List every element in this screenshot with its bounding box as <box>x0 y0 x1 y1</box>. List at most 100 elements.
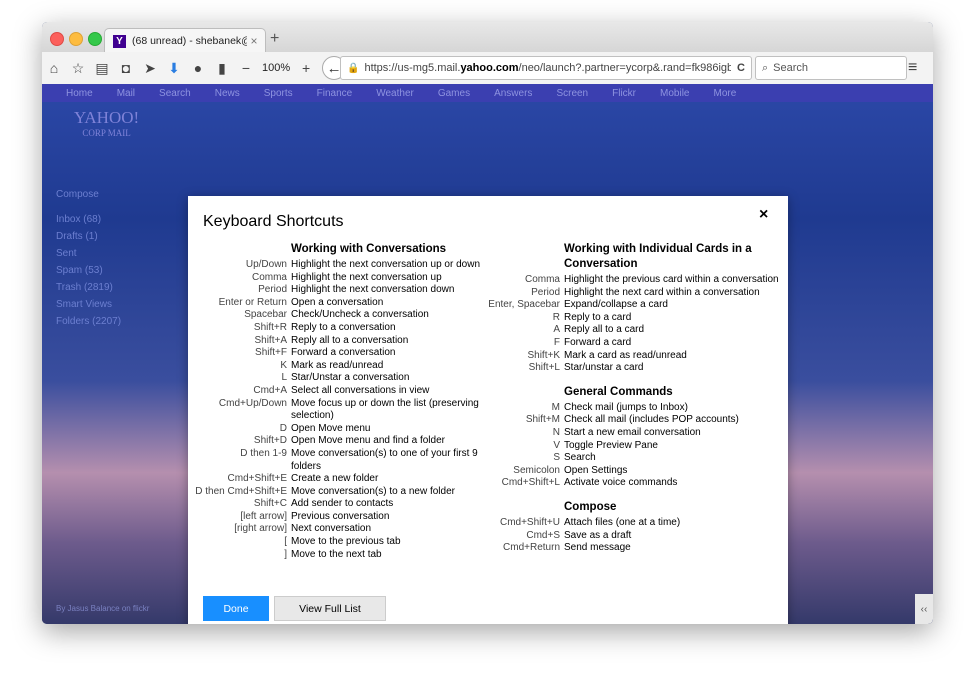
new-tab-button[interactable]: + <box>270 30 279 48</box>
shortcut-row: D then Cmd+Shift+E Move conversation(s) t… <box>188 486 488 499</box>
folder-drafts[interactable]: Drafts (1) <box>56 228 121 245</box>
shortcut-row: D Open Move menu <box>188 423 488 436</box>
shortcut-row: Enter or Return Open a conversation <box>188 297 488 310</box>
shortcut-row: Comma Highlight the next conversation up <box>188 272 488 285</box>
yahoo-mail-page: Home Mail Search News Sports Finance Wea… <box>42 84 933 624</box>
nav-flickr[interactable]: Flickr <box>612 88 636 99</box>
home-icon[interactable]: ⌂ <box>42 60 66 76</box>
reading-list-icon[interactable]: ▤ <box>90 60 114 77</box>
done-button[interactable]: Done <box>203 596 269 621</box>
reload-icon[interactable]: C <box>737 62 745 74</box>
shortcut-row: ] Move to the next tab <box>188 549 488 562</box>
zoom-level[interactable]: 100% <box>262 62 290 74</box>
zoom-window-button[interactable] <box>88 32 102 46</box>
view-full-list-button[interactable]: View Full List <box>274 596 386 621</box>
shortcut-key: K <box>280 359 287 371</box>
shortcut-row: L Star/Unstar a conversation <box>188 372 488 385</box>
shortcut-row: Cmd+A Select all conversations in view <box>188 385 488 398</box>
page-icon[interactable]: ▮ <box>210 60 234 77</box>
shortcut-row: [left arrow] Previous conversation <box>188 511 488 524</box>
close-window-button[interactable] <box>50 32 64 46</box>
minimize-window-button[interactable] <box>69 32 83 46</box>
shortcut-key: Shift+D <box>253 435 287 447</box>
shortcut-key: ] <box>284 548 287 560</box>
shortcut-key: S <box>553 452 560 464</box>
send-icon[interactable]: ➤ <box>138 60 162 77</box>
shortcut-key: Cmd+Up/Down <box>218 397 287 409</box>
shortcut-description: Create a new folder <box>291 473 379 485</box>
hamburger-menu-icon[interactable]: ≡ <box>908 59 917 77</box>
folder-spam[interactable]: Spam (53) <box>56 262 121 279</box>
shortcut-row: Cmd+Up/Down Move focus up or down the lis… <box>188 398 488 423</box>
shortcut-row: Period Highlight the next card within a c… <box>488 287 788 300</box>
yahoo-top-nav: Home Mail Search News Sports Finance Wea… <box>42 84 933 102</box>
zoom-out-icon[interactable]: − <box>234 60 258 76</box>
section-title-general: General Commands <box>564 385 673 398</box>
collapse-pane-icon[interactable]: ‹‹ <box>915 594 933 624</box>
nav-more[interactable]: More <box>713 88 736 99</box>
pocket-icon[interactable]: ◘ <box>114 60 138 76</box>
chat-icon[interactable]: ● <box>186 60 210 76</box>
folder-trash[interactable]: Trash (2819) <box>56 279 121 296</box>
address-bar[interactable]: 🔒 https://us-mg5.mail.yahoo.com/neo/laun… <box>340 56 752 80</box>
nav-weather[interactable]: Weather <box>376 88 414 99</box>
shortcut-row: Enter, Spacebar Expand/collapse a card <box>488 299 788 312</box>
yahoo-logo: YAHOO! CORP MAIL <box>74 108 139 138</box>
section-title-compose: Compose <box>564 500 617 513</box>
shortcut-description: Reply to a card <box>564 311 632 323</box>
shortcut-row: [Move to the previous tab <box>188 536 488 549</box>
folder-smart-views[interactable]: Smart Views <box>56 296 121 313</box>
nav-search[interactable]: Search <box>159 88 191 99</box>
nav-mobile[interactable]: Mobile <box>660 88 689 99</box>
logo-line-1: YAHOO! <box>74 108 140 127</box>
folder-sent[interactable]: Sent <box>56 245 121 262</box>
search-input[interactable]: ⌕ Search <box>755 56 907 80</box>
shortcut-key: D then 1-9 <box>240 447 287 459</box>
shortcut-key: Spacebar <box>244 309 287 321</box>
shortcut-key: Cmd+A <box>253 384 287 396</box>
tab-close-icon[interactable]: × <box>247 34 261 48</box>
shortcut-description: Highlight the next conversation down <box>291 284 455 296</box>
shortcut-description: Highlight the next conversation up <box>291 271 442 283</box>
shortcut-row: Shift+K Mark a card as read/unread <box>488 350 788 363</box>
shortcut-row: Comma Highlight the previous card within … <box>488 274 788 287</box>
nav-games[interactable]: Games <box>438 88 470 99</box>
shortcut-key: Shift+A <box>254 334 287 346</box>
close-icon[interactable]: × <box>759 206 768 224</box>
shortcut-key: Shift+M <box>525 414 560 426</box>
shortcut-row: Cmd+Return Send message <box>488 542 788 555</box>
shortcut-row: A Reply all to a card <box>488 324 788 337</box>
folder-folders[interactable]: Folders (2207) <box>56 313 121 330</box>
nav-screen[interactable]: Screen <box>556 88 588 99</box>
compose-button[interactable]: Compose <box>56 186 121 203</box>
shortcut-description: Star/Unstar a conversation <box>291 372 410 384</box>
shortcut-row: S Search <box>488 452 788 465</box>
title-bar: Y (68 unread) - shebanek@ya... × + <box>42 22 933 53</box>
nav-news[interactable]: News <box>215 88 240 99</box>
shortcut-row: Shift+R Reply to a conversation <box>188 322 488 335</box>
folder-inbox[interactable]: Inbox (68) <box>56 211 121 228</box>
nav-mail[interactable]: Mail <box>117 88 135 99</box>
shortcut-row: Spacebar Check/Uncheck a conversation <box>188 309 488 322</box>
shortcut-description: Send message <box>564 542 631 554</box>
shortcut-description: Move to the next tab <box>291 548 382 560</box>
nav-home[interactable]: Home <box>66 88 93 99</box>
general-shortcut-list: M Check mail (jumps to Inbox) Shift+M Check… <box>488 402 788 490</box>
zoom-in-icon[interactable]: + <box>294 60 318 76</box>
browser-tab[interactable]: Y (68 unread) - shebanek@ya... × <box>104 28 266 53</box>
bookmark-star-icon[interactable]: ☆ <box>66 60 90 77</box>
shortcut-key: Semicolon <box>513 464 560 476</box>
shortcut-description: Highlight the next card within a convers… <box>564 286 760 298</box>
shortcut-description: Highlight the next conversation up or do… <box>291 259 481 270</box>
download-icon[interactable]: ⬇ <box>162 60 186 77</box>
nav-sports[interactable]: Sports <box>264 88 293 99</box>
conversations-column: Working with Conversations Up/Down Highli… <box>188 240 488 561</box>
search-icon: ⌕ <box>762 61 769 74</box>
shortcut-description: Move conversation(s) to a new folder <box>291 485 455 497</box>
shortcut-key: L <box>281 372 287 384</box>
shortcut-row: D then 1-9 Move conversation(s) to one of… <box>188 448 488 473</box>
shortcut-key: Up/Down <box>245 259 287 270</box>
nav-finance[interactable]: Finance <box>317 88 353 99</box>
nav-answers[interactable]: Answers <box>494 88 532 99</box>
tab-title: (68 unread) - shebanek@ya... <box>132 35 247 47</box>
